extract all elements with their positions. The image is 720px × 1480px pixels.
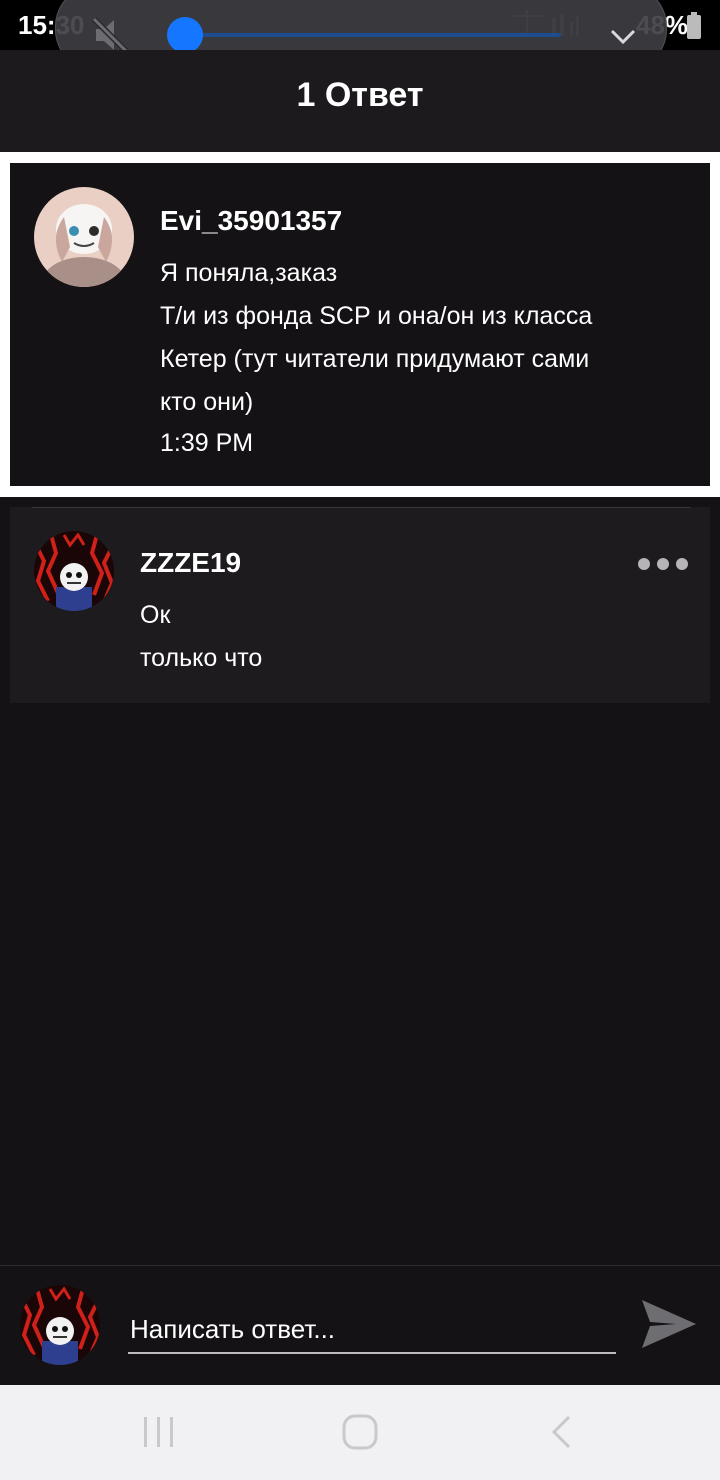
comment-author[interactable]: Evi_35901357 (160, 205, 342, 237)
avatar (20, 1285, 100, 1365)
speaker-muted-icon[interactable] (90, 15, 130, 55)
page-title: 1 Ответ (296, 76, 424, 114)
send-icon[interactable] (640, 1296, 698, 1352)
volume-slider-track[interactable] (169, 33, 561, 37)
reply-item: ZZZE19 Ок только что (10, 507, 710, 703)
home-icon[interactable] (335, 1407, 385, 1457)
back-icon[interactable] (538, 1407, 588, 1457)
reply-timestamp: только что (140, 644, 263, 672)
comment-text-line: Т/и из фонда SCP и она/он из класса (160, 302, 593, 330)
reply-text: Ок (140, 601, 171, 629)
reply-input[interactable] (128, 1306, 616, 1354)
battery-icon (687, 12, 701, 39)
parent-comment: Evi_35901357 Я поняла,заказ Т/и из фонда… (10, 163, 710, 486)
comment-text-line: кто они) (160, 388, 254, 416)
parent-comment-frame: Evi_35901357 Я поняла,заказ Т/и из фонда… (0, 152, 720, 497)
divider (32, 507, 690, 508)
system-nav-bar (0, 1385, 720, 1480)
more-dot (657, 558, 669, 570)
reply-composer (0, 1265, 720, 1386)
more-dot (638, 558, 650, 570)
header: 1 Ответ (0, 50, 720, 152)
more-dot (676, 558, 688, 570)
reply-author[interactable]: ZZZE19 (140, 547, 241, 579)
volume-slider-thumb[interactable] (166, 17, 203, 53)
recent-apps-icon[interactable] (134, 1407, 184, 1457)
more-horizontal-icon[interactable] (636, 555, 690, 573)
comment-timestamp: 1:39 PM (160, 429, 254, 457)
avatar[interactable] (34, 187, 134, 287)
chevron-down-icon[interactable] (608, 21, 638, 51)
comment-text-line: Я поняла,заказ (160, 259, 338, 287)
comment-text-line: Кетер (тут читатели придумают сами (160, 345, 590, 373)
avatar[interactable] (34, 531, 114, 611)
